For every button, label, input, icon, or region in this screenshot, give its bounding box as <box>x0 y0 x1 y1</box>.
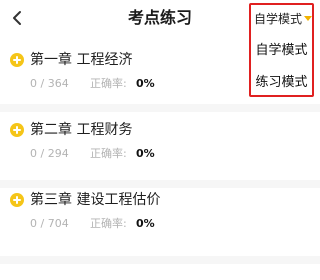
chapter-progress: 0 / 364 <box>30 77 69 90</box>
accuracy-value: 0% <box>136 217 155 230</box>
mode-selected-label: 自学模式 <box>254 11 303 26</box>
chevron-left-icon[interactable] <box>11 10 23 26</box>
accuracy-value: 0% <box>136 147 155 160</box>
chapter-item[interactable]: 第二章 工程财务 0 / 294 正确率: 0% <box>0 112 320 188</box>
chapter-progress: 0 / 704 <box>30 217 69 230</box>
back-button[interactable] <box>4 4 30 32</box>
mode-dropdown: 自学模式 练习模式 <box>251 32 312 95</box>
chapter-title: 第三章 建设工程估价 <box>30 192 161 208</box>
mode-option-self-study[interactable]: 自学模式 <box>251 38 312 64</box>
mode-selector[interactable]: 自学模式 <box>254 8 313 28</box>
accuracy-value: 0% <box>136 77 155 90</box>
screen: 考点练习 自学模式 自学模式 练习模式 第一章 工程经济 0 / 364 正确率… <box>0 0 320 280</box>
section-divider <box>0 180 320 188</box>
header: 考点练习 自学模式 <box>0 0 320 36</box>
chapter-title: 第二章 工程财务 <box>30 122 133 138</box>
mode-option-practice[interactable]: 练习模式 <box>251 70 312 96</box>
chapter-title: 第一章 工程经济 <box>30 52 133 68</box>
accuracy-label: 正确率: <box>90 77 127 90</box>
accuracy-label: 正确率: <box>90 147 127 160</box>
section-divider <box>0 104 320 112</box>
accuracy-label: 正确率: <box>90 217 127 230</box>
chapter-progress: 0 / 294 <box>30 147 69 160</box>
section-divider <box>0 256 320 264</box>
add-circle-icon[interactable] <box>10 193 24 207</box>
add-circle-icon[interactable] <box>10 123 24 137</box>
add-circle-icon[interactable] <box>10 53 24 67</box>
chapter-item[interactable]: 第三章 建设工程估价 0 / 704 正确率: 0% <box>0 188 320 264</box>
caret-down-icon <box>304 16 313 21</box>
